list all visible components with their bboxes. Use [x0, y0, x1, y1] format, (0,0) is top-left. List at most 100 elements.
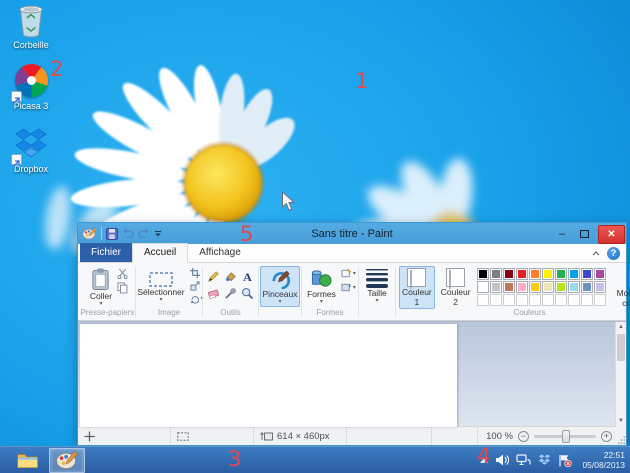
annotation-2: 2 [50, 59, 63, 80]
palette-swatch[interactable] [568, 268, 580, 280]
palette-swatch[interactable] [555, 268, 567, 280]
select-button[interactable]: Sélectionner ▾ [134, 266, 187, 305]
edit-colors-button[interactable]: Modifier les couleurs [614, 266, 630, 310]
color2-button[interactable]: Couleur 2 [438, 266, 474, 309]
maximize-button[interactable] [573, 223, 595, 244]
undo-button[interactable] [122, 228, 134, 239]
redo-button[interactable] [138, 228, 150, 239]
shape-fill-icon[interactable] [341, 282, 352, 293]
tools-group-label: Outils [203, 308, 258, 320]
palette-swatch[interactable] [529, 281, 541, 293]
palette-swatch[interactable] [581, 268, 593, 280]
clock-date: 05/08/2013 [582, 460, 625, 470]
palette-swatch[interactable] [490, 268, 502, 280]
action-center-flag-icon[interactable] [558, 454, 572, 467]
clipboard-icon [90, 268, 111, 291]
tab-affichage[interactable]: Affichage [188, 244, 252, 262]
resize-grip[interactable] [618, 427, 626, 446]
palette-swatch[interactable] [477, 268, 489, 280]
chevron-down-icon: ▾ [278, 299, 281, 305]
shapes-button[interactable]: Formes ▾ [304, 266, 339, 307]
zoom-slider[interactable] [534, 435, 596, 438]
zoom-out-button[interactable]: − [518, 431, 529, 442]
palette-swatch-empty[interactable] [490, 294, 502, 306]
copy-icon[interactable] [117, 282, 128, 294]
palette-swatch[interactable] [594, 268, 606, 280]
palette-swatch[interactable] [503, 281, 515, 293]
palette-swatch-empty[interactable] [516, 294, 528, 306]
palette-swatch[interactable] [516, 268, 528, 280]
line-size-icon [366, 268, 388, 288]
close-button[interactable]: ✕ [598, 225, 625, 244]
dropbox-tray-icon[interactable] [538, 454, 551, 466]
network-icon[interactable] [516, 454, 531, 466]
zoom-slider-thumb[interactable] [562, 430, 570, 443]
save-button[interactable] [106, 228, 118, 240]
file-explorer-icon [16, 451, 39, 469]
zoom-level-value: 100 % [486, 431, 513, 442]
fill-tool-icon[interactable] [224, 270, 237, 283]
image-size-icon [260, 431, 273, 441]
pencil-tool-icon[interactable] [207, 270, 220, 283]
desktop-icon-recycle-bin[interactable]: Corbeille [4, 3, 58, 50]
scroll-down-icon[interactable]: ▼ [616, 416, 626, 427]
rotate-icon[interactable] [190, 294, 200, 304]
palette-swatch[interactable] [568, 281, 580, 293]
help-icon[interactable]: ? [607, 247, 620, 260]
tab-accueil[interactable]: Accueil [132, 243, 188, 263]
title-bar[interactable]: Sans titre - Paint – ✕ [78, 223, 626, 244]
brushes-button[interactable]: Pinceaux ▾ [260, 266, 301, 307]
palette-swatch-empty[interactable] [542, 294, 554, 306]
desktop: Corbeille Picasa 3 [0, 0, 630, 473]
palette-swatch[interactable] [542, 281, 554, 293]
brushes-group: Pinceaux ▾ [259, 264, 301, 320]
eraser-tool-icon[interactable] [207, 287, 220, 300]
palette-swatch-empty[interactable] [581, 294, 593, 306]
palette-swatch-empty[interactable] [594, 294, 606, 306]
taskbar-clock[interactable]: 22:51 05/08/2013 [579, 450, 625, 470]
qat-customize-button[interactable] [154, 230, 162, 238]
shortcut-arrow-icon [11, 154, 22, 165]
palette-swatch[interactable] [529, 268, 541, 280]
color1-button[interactable]: Couleur 1 [399, 266, 435, 309]
palette-swatch[interactable] [477, 281, 489, 293]
minimize-button[interactable]: – [551, 223, 573, 244]
magnifier-tool-icon[interactable] [241, 287, 254, 300]
palette-swatch[interactable] [516, 281, 528, 293]
vertical-scrollbar[interactable]: ▲ ▼ [615, 322, 626, 427]
taskbar-file-explorer-button[interactable] [11, 448, 43, 473]
collapse-ribbon-icon[interactable] [592, 251, 600, 256]
palette-swatch-empty[interactable] [529, 294, 541, 306]
colors-group: Couleur 1 Couleur 2 [396, 264, 630, 320]
paste-button[interactable]: Coller ▾ [87, 266, 115, 309]
palette-swatch-empty[interactable] [568, 294, 580, 306]
shape-outline-icon[interactable] [341, 268, 352, 279]
annotation-1: 1 [355, 71, 368, 92]
color-picker-tool-icon[interactable] [224, 287, 237, 300]
scrollbar-thumb[interactable] [617, 334, 625, 361]
size-button[interactable]: Taille ▾ [363, 266, 391, 306]
cut-icon[interactable] [117, 268, 128, 279]
desktop-icon-dropbox[interactable]: Dropbox [4, 127, 58, 174]
palette-swatch[interactable] [503, 268, 515, 280]
scroll-up-icon[interactable]: ▲ [616, 322, 626, 333]
drawing-canvas[interactable] [80, 324, 457, 427]
volume-icon[interactable] [495, 454, 509, 466]
shapes-group: Formes ▾ ▾ [302, 264, 358, 320]
palette-swatch-empty[interactable] [477, 294, 489, 306]
palette-swatch[interactable] [490, 281, 502, 293]
image-group-label: Image [136, 308, 202, 320]
palette-swatch[interactable] [542, 268, 554, 280]
text-tool-icon[interactable]: A [243, 271, 252, 283]
palette-swatch[interactable] [555, 281, 567, 293]
chevron-down-icon: ▾ [353, 285, 356, 291]
crop-icon[interactable] [190, 268, 200, 278]
palette-swatch[interactable] [594, 281, 606, 293]
palette-swatch-empty[interactable] [555, 294, 567, 306]
resize-icon[interactable] [190, 281, 200, 291]
palette-swatch[interactable] [581, 281, 593, 293]
palette-swatch-empty[interactable] [503, 294, 515, 306]
taskbar-paint-button[interactable] [49, 448, 85, 473]
zoom-in-button[interactable]: + [601, 431, 612, 442]
tab-fichier[interactable]: Fichier [80, 243, 132, 262]
